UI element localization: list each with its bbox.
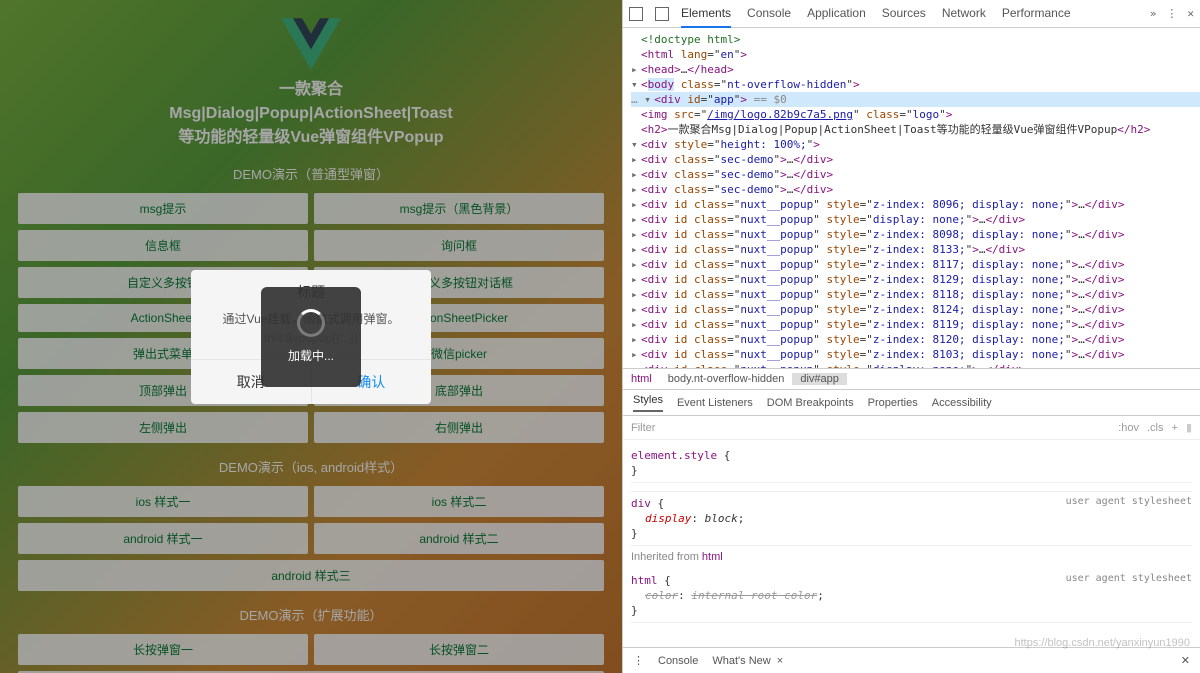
toast-text: 加载中... bbox=[288, 347, 334, 364]
device-toggle-icon[interactable] bbox=[655, 7, 669, 21]
devtools-tabs: Elements Console Application Sources Network… bbox=[681, 0, 1071, 28]
devtools-panel: Elements Console Application Sources Network… bbox=[622, 0, 1200, 673]
dom-line[interactable]: ▸<div id class="nuxt__popup" style="z-in… bbox=[631, 197, 1200, 212]
inherit-header: Inherited from html bbox=[631, 546, 1192, 569]
styles-tab[interactable]: Properties bbox=[868, 397, 918, 409]
spinner-icon bbox=[297, 309, 325, 337]
devtools-tab-application[interactable]: Application bbox=[807, 0, 866, 28]
dom-line[interactable]: <img src="/img/logo.82b9c7a5.png" class=… bbox=[631, 107, 1200, 122]
dom-line[interactable]: ▸<div class="sec-demo">…</div> bbox=[631, 152, 1200, 167]
breadcrumb-item[interactable]: body.nt-overflow-hidden bbox=[660, 373, 793, 385]
dom-line[interactable]: <h2>一款聚合Msg|Dialog|Popup|ActionSheet|Toa… bbox=[631, 122, 1200, 137]
styles-subtabs: Styles Event Listeners DOM Breakpoints Prop… bbox=[623, 390, 1200, 416]
css-rule[interactable]: user agent stylesheethtml {color: intern… bbox=[631, 569, 1192, 623]
drawer-close-icon[interactable]: ✕ bbox=[1181, 654, 1190, 667]
css-rule[interactable]: user agent stylesheetdiv {display: block… bbox=[631, 492, 1192, 546]
dom-line[interactable]: ▸<div class="sec-demo">…</div> bbox=[631, 167, 1200, 182]
loading-toast: 加载中... bbox=[261, 287, 361, 387]
dom-line[interactable]: ▸<div id class="nuxt__popup" style="z-in… bbox=[631, 347, 1200, 362]
devtools-drawer: ⋮ Console What's New × ✕ bbox=[623, 647, 1200, 673]
more-tabs-icon[interactable]: » bbox=[1150, 7, 1157, 20]
styles-tab[interactable]: Styles bbox=[633, 394, 663, 412]
filter-handle-icon[interactable]: ▮ bbox=[1186, 421, 1192, 434]
devtools-tab-console[interactable]: Console bbox=[747, 0, 791, 28]
dom-line[interactable]: ▸<head>…</head> bbox=[631, 62, 1200, 77]
filter-option-cls[interactable]: .cls bbox=[1147, 422, 1164, 434]
dom-line[interactable]: <html lang="en"> bbox=[631, 47, 1200, 62]
drawer-tab[interactable]: Console bbox=[658, 655, 698, 667]
devtools-tab-network[interactable]: Network bbox=[942, 0, 986, 28]
dom-line[interactable]: ▸<div id class="nuxt__popup" style="z-in… bbox=[631, 287, 1200, 302]
styles-filter-row: Filter :hov .cls + ▮ bbox=[623, 416, 1200, 440]
devtools-tab-sources[interactable]: Sources bbox=[882, 0, 926, 28]
breadcrumb-item[interactable]: html bbox=[623, 373, 660, 385]
dom-line[interactable]: ▸<div id class="nuxt__popup" style="disp… bbox=[631, 212, 1200, 227]
filter-option-[interactable]: + bbox=[1172, 422, 1178, 434]
breadcrumb-item[interactable]: div#app bbox=[792, 373, 847, 385]
dom-line[interactable]: ▸<div id class="nuxt__popup" style="z-in… bbox=[631, 302, 1200, 317]
styles-tab[interactable]: DOM Breakpoints bbox=[767, 397, 854, 409]
dom-line[interactable]: ▾<body class="nt-overflow-hidden"> bbox=[631, 77, 1200, 92]
close-devtools-icon[interactable]: ✕ bbox=[1187, 7, 1194, 20]
dom-line[interactable]: ▸<div id class="nuxt__popup" style="z-in… bbox=[631, 242, 1200, 257]
styles-rules[interactable]: element.style {}</span><span class='sele… bbox=[623, 440, 1200, 647]
devtools-tab-elements[interactable]: Elements bbox=[681, 0, 731, 28]
styles-tab[interactable]: Accessibility bbox=[932, 397, 992, 409]
elements-dom-tree[interactable]: <!doctype html> <html lang="en"> ▸<head>… bbox=[623, 28, 1200, 368]
inspect-icon[interactable] bbox=[629, 7, 643, 21]
app-preview-pane: 一款聚合 Msg|Dialog|Popup|ActionSheet|Toast … bbox=[0, 0, 622, 673]
dom-line[interactable]: ▸<div class="sec-demo">…</div> bbox=[631, 182, 1200, 197]
css-rule[interactable]: element.style {} bbox=[631, 444, 1192, 483]
dialog-overlay[interactable]: 标题 通过Vue挂载，函数式调用弹窗。 this.$vpopup({...}) … bbox=[0, 0, 622, 673]
dom-line[interactable]: ▾<div style="height: 100%;"> bbox=[631, 137, 1200, 152]
watermark: https://blog.csdn.net/yanxinyun1990 bbox=[1014, 637, 1190, 649]
styles-filter-input[interactable]: Filter bbox=[631, 422, 655, 434]
dom-line[interactable]: ▸<div id class="nuxt__popup" style="z-in… bbox=[631, 257, 1200, 272]
dom-line[interactable]: ▸<div id class="nuxt__popup" style="z-in… bbox=[631, 227, 1200, 242]
drawer-menu-icon[interactable]: ⋮ bbox=[633, 654, 644, 667]
drawer-tab[interactable]: What's New bbox=[712, 655, 770, 667]
devtools-toolbar-right: » ⋮ ✕ bbox=[1150, 7, 1194, 20]
elements-breadcrumb: htmlbody.nt-overflow-hiddendiv#app bbox=[623, 368, 1200, 390]
devtools-toolbar: Elements Console Application Sources Network… bbox=[623, 0, 1200, 28]
drawer-tab-close-icon[interactable]: × bbox=[777, 655, 783, 667]
dom-line[interactable]: ▸<div id class="nuxt__popup" style="z-in… bbox=[631, 332, 1200, 347]
devtools-tab-performance[interactable]: Performance bbox=[1002, 0, 1071, 28]
dom-line[interactable]: <!doctype html> bbox=[631, 32, 1200, 47]
filter-option-hov[interactable]: :hov bbox=[1118, 422, 1139, 434]
dom-line[interactable]: ▸<div id class="nuxt__popup" style="z-in… bbox=[631, 317, 1200, 332]
kebab-menu-icon[interactable]: ⋮ bbox=[1166, 7, 1177, 20]
dom-line[interactable]: ▸<div id class="nuxt__popup" style="z-in… bbox=[631, 272, 1200, 287]
css-rule[interactable]: </span><span class='selector'>#app</span… bbox=[631, 483, 1192, 492]
styles-tab[interactable]: Event Listeners bbox=[677, 397, 753, 409]
dom-line[interactable]: … ▾<div id="app"> == $0 bbox=[631, 92, 1200, 107]
